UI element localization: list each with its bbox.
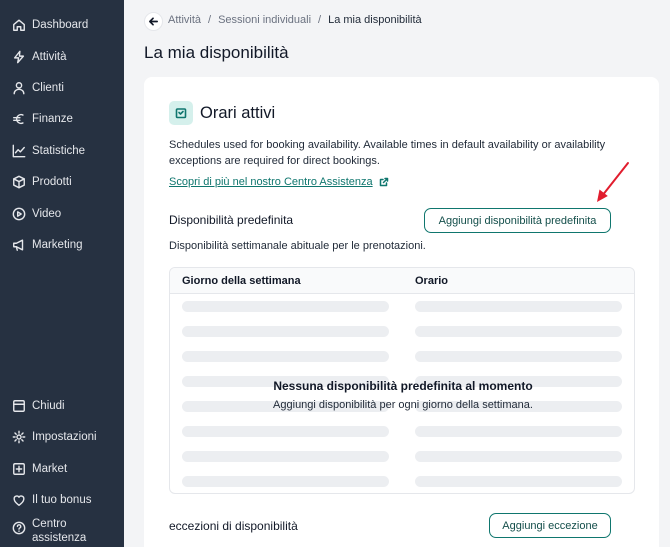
sidebar-item-marketing[interactable]: Marketing [0, 231, 124, 259]
breadcrumb-sessioni-individuali[interactable]: Sessioni individuali [218, 14, 311, 26]
skeleton-bar [182, 476, 389, 487]
help-center-link-label: Scopri di più nel nostro Centro Assisten… [169, 176, 373, 188]
sidebar-item-bonus[interactable]: Il tuo bonus [0, 486, 124, 514]
skeleton-bar [415, 426, 622, 437]
help-icon [12, 521, 26, 535]
card-title: Orari attivi [200, 104, 276, 122]
table-header: Giorno della settimana Orario [170, 268, 634, 294]
bolt-icon [12, 50, 26, 64]
skeleton-bar [415, 451, 622, 462]
sidebar-item-label: Chiudi [32, 400, 65, 412]
empty-state-title: Nessuna disponibilità predefinita al mom… [273, 379, 533, 393]
megaphone-icon [12, 238, 26, 252]
sidebar-item-impostazioni[interactable]: Impostazioni [0, 423, 124, 451]
plus-square-icon [12, 462, 26, 476]
default-availability-title: Disponibilità predefinita [169, 213, 294, 227]
breadcrumb-attivita[interactable]: Attività [168, 14, 201, 26]
active-hours-card: Orari attivi Schedules used for booking … [144, 77, 659, 547]
chart-icon [12, 144, 26, 158]
skeleton-bar [182, 451, 389, 462]
column-header-time: Orario [415, 275, 449, 287]
sidebar-item-chiudi[interactable]: Chiudi [0, 392, 124, 420]
skeleton-bar [182, 326, 389, 337]
sidebar-item-market[interactable]: Market [0, 455, 124, 483]
skeleton-bar [182, 426, 389, 437]
sidebar-item-video[interactable]: Video [0, 200, 124, 228]
sidebar-item-label: Market [32, 463, 68, 475]
sidebar-item-attivita[interactable]: Attività [0, 43, 124, 71]
heart-icon [12, 493, 26, 507]
exceptions-title: eccezioni di disponibilità [169, 519, 298, 533]
play-icon [12, 207, 26, 221]
sidebar-item-label: Centro assistenza [32, 518, 87, 544]
default-availability-subtitle: Disponibilità settimanale abituale per l… [169, 240, 426, 252]
breadcrumb: Attività / Sessioni individuali / La mia… [168, 14, 422, 26]
sidebar-item-label: Prodotti [32, 176, 72, 188]
skeleton-bar [415, 301, 622, 312]
back-button[interactable] [144, 12, 163, 31]
sidebar-item-label: Clienti [32, 82, 64, 94]
empty-state-subtitle: Aggiungi disponibilità per ogni giorno d… [273, 399, 533, 411]
euro-icon [12, 112, 26, 126]
sidebar-item-label: Attività [32, 51, 67, 63]
card-description: Schedules used for booking availability.… [169, 139, 606, 167]
sidebar: Dashboard Attività Clienti Finanze Stati… [0, 0, 124, 547]
breadcrumb-separator: / [318, 14, 322, 26]
box-icon [12, 175, 26, 189]
arrow-left-icon [149, 17, 158, 26]
skeleton-bar [182, 351, 389, 362]
sidebar-item-label: Impostazioni [32, 431, 97, 443]
sidebar-item-label: Statistiche [32, 145, 86, 157]
breadcrumb-separator: / [208, 14, 212, 26]
home-icon [12, 18, 26, 32]
sidebar-item-label: Video [32, 208, 62, 220]
external-link-icon [379, 177, 388, 187]
skeleton-bar [415, 351, 622, 362]
sidebar-item-dashboard[interactable]: Dashboard [0, 11, 124, 39]
add-exception-button[interactable]: Aggiungi eccezione [489, 513, 611, 538]
user-icon [12, 81, 26, 95]
sidebar-item-centro-assistenza[interactable]: Centro assistenza [0, 517, 124, 547]
skeleton-bar [415, 326, 622, 337]
sidebar-item-label: Marketing [32, 239, 83, 251]
skeleton-bar [182, 301, 389, 312]
column-header-day: Giorno della settimana [182, 275, 301, 287]
main-content: Attività / Sessioni individuali / La mia… [124, 0, 670, 547]
sidebar-item-label: Il tuo bonus [32, 494, 92, 506]
help-center-link[interactable]: Scopri di più nel nostro Centro Assisten… [169, 176, 389, 188]
sidebar-item-finanze[interactable]: Finanze [0, 105, 124, 133]
availability-table: Giorno della settimana Orario Nessuna di… [169, 267, 635, 494]
sidebar-item-prodotti[interactable]: Prodotti [0, 168, 124, 196]
sidebar-item-statistiche[interactable]: Statistiche [0, 137, 124, 165]
page-title: La mia disponibilità [144, 43, 289, 62]
panel-icon [12, 399, 26, 413]
add-default-availability-button[interactable]: Aggiungi disponibilità predefinita [424, 208, 611, 233]
sidebar-item-label: Dashboard [32, 19, 89, 31]
skeleton-bar [415, 476, 622, 487]
gear-icon [12, 430, 26, 444]
sidebar-item-clienti[interactable]: Clienti [0, 74, 124, 102]
sidebar-item-label: Finanze [32, 113, 73, 125]
breadcrumb-current: La mia disponibilità [328, 14, 422, 26]
calendar-check-icon [169, 101, 193, 125]
